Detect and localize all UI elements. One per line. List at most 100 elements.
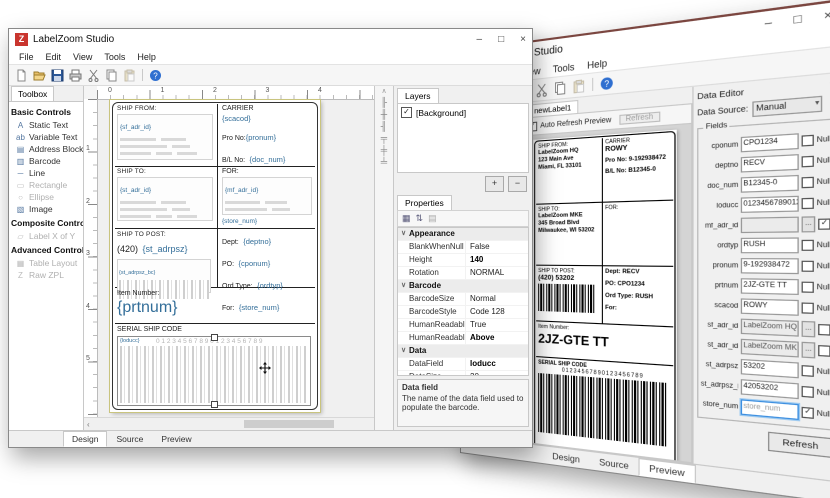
property-row-barcodestyle[interactable]: BarcodeStyle Code 128 [398,306,528,319]
tab-source[interactable]: Source [589,452,639,476]
tab-design[interactable]: Design [543,446,589,469]
paste-icon[interactable] [122,68,137,83]
menu-item-help[interactable]: Help [581,55,614,72]
field-input-store-num[interactable]: store_num [740,399,799,421]
null-checkbox[interactable] [801,239,814,251]
null-checkbox[interactable] [801,365,814,377]
null-checkbox[interactable] [818,323,830,336]
new-icon[interactable] [14,68,29,83]
toolbox-item-variable-text[interactable]: ab Variable Text [10,131,82,143]
tab-design[interactable]: Design [63,431,108,447]
toolbox-tab[interactable]: Toolbox [11,86,55,101]
property-pages-icon[interactable]: ▤ [428,213,437,224]
null-checkbox[interactable] [801,197,814,210]
null-checkbox[interactable] [801,176,814,189]
st-address-block[interactable]: {st_adr_id} [117,177,213,221]
cut-icon[interactable] [534,81,549,98]
scacod-field[interactable]: {scacod} [222,114,314,123]
copy-icon[interactable] [104,68,119,83]
align-top-icon[interactable]: ╤ [381,133,387,143]
null-checkbox[interactable] [801,385,814,398]
field-input-st-adr-id[interactable]: LabelZoom MKE [740,338,799,358]
close-button[interactable]: × [824,8,830,23]
post-field[interactable]: {st_adrpsz} [142,244,187,254]
selection-handle[interactable] [211,334,218,341]
dept-field[interactable]: {deptno} [243,237,271,246]
align-left-icon[interactable]: ╟ [381,97,387,107]
remove-layer-button[interactable]: − [508,176,527,192]
field-input-mf-adr-id[interactable] [740,216,799,234]
menu-item-edit[interactable]: Edit [40,51,68,63]
cut-icon[interactable] [86,68,101,83]
mf-address-block[interactable]: {mf_adr_id} [222,177,312,215]
tab-source[interactable]: Source [107,431,152,447]
null-checkbox[interactable] [801,260,814,272]
toolbox-item-image[interactable]: ▧ Image [10,203,82,215]
minimize-button[interactable]: – [477,34,483,45]
field-input-st-adrpsz[interactable]: 53202 [740,358,799,379]
help-icon[interactable]: ? [599,74,615,92]
null-checkbox[interactable] [801,155,814,168]
field-input-pronum[interactable]: 9-192938472 [740,258,799,275]
menu-item-tools[interactable]: Tools [98,51,131,63]
minimize-button[interactable]: – [765,16,772,30]
property-row-blankwhennull[interactable]: BlankWhenNull False [398,241,528,254]
field-input-deptno[interactable]: RECV [740,154,799,173]
property-row-barcodesize[interactable]: BarcodeSize Normal [398,293,528,306]
properties-tab[interactable]: Properties [397,195,452,210]
alphabetical-icon[interactable]: ⇅ [416,213,424,224]
align-bottom-icon[interactable]: ╧ [381,157,387,167]
menu-item-help[interactable]: Help [131,51,162,63]
field-input-ordtyp[interactable]: RUSH [740,237,799,254]
refresh-button[interactable]: Refresh [768,431,830,459]
align-right-icon[interactable]: ╢ [381,121,387,131]
label-design-page[interactable]: SHIP FROM: {sf_adr_id} CARRIER {scacod} … [109,99,321,413]
save-icon[interactable] [50,68,65,83]
null-checkbox[interactable] [818,345,830,357]
bl-no-field[interactable]: {doc_num} [250,155,286,164]
copy-icon[interactable] [552,79,567,97]
help-icon[interactable]: ? [148,68,163,83]
tab-preview[interactable]: Preview [638,457,696,484]
selection-handle[interactable] [211,401,218,408]
toolbox-item-barcode[interactable]: ▥ Barcode [10,155,82,167]
property-category[interactable]: ∨ Appearance [398,228,528,241]
layer-row[interactable]: ✓ [Background] [401,107,525,118]
browse-button[interactable]: … [801,216,816,233]
browse-button[interactable]: … [801,341,816,359]
menu-item-file[interactable]: File [13,51,40,63]
maximize-button[interactable]: □ [498,34,504,45]
null-checkbox[interactable]: ✓ [801,406,814,419]
field-input-prtnum[interactable]: 2JZ-GTE TT [740,278,799,296]
toolbox-item-line[interactable]: ─ Line [10,167,82,179]
field-input-st-adrpsz-bc[interactable]: 42053202 [740,379,799,400]
scroll-left-arrow[interactable]: ‹ [84,420,90,429]
pro-no-field[interactable]: {pronum} [246,133,276,142]
field-input-doc-num[interactable]: B12345-0 [740,174,799,193]
property-row-datasize[interactable]: DataSize20 [398,371,528,375]
null-checkbox[interactable] [801,281,814,293]
maximize-button[interactable]: □ [794,12,802,27]
layers-tab[interactable]: Layers [397,88,439,103]
menu-item-view[interactable]: View [67,51,98,63]
open-icon[interactable] [32,68,47,83]
store-num-field[interactable]: {store_num} [222,218,314,225]
paste-icon[interactable] [571,77,587,95]
menu-item-tools[interactable]: Tools [547,59,581,76]
property-row-rotation[interactable]: Rotation NORMAL [398,267,528,280]
property-category[interactable]: ∨ Barcode [398,280,528,293]
property-row-humanreadablepo[interactable]: HumanReadablePo Above [398,332,528,345]
sf-address-block[interactable]: {sf_adr_id} [117,114,213,160]
property-category[interactable]: ∨ Data [398,345,528,358]
tab-preview[interactable]: Preview [152,431,200,447]
property-row-humanreadableen[interactable]: HumanReadableEn True [398,319,528,332]
print-icon[interactable] [68,68,83,83]
field-input-cponum[interactable]: CPO1234 [740,133,799,153]
null-checkbox[interactable]: ✓ [818,218,830,230]
scrollbar-thumb[interactable] [243,420,334,428]
toolbox-item-address-block[interactable]: ▤ Address Block [10,143,83,155]
po-field[interactable]: {cponum} [239,259,271,268]
property-row-height[interactable]: Height 140 [398,254,528,267]
categorized-icon[interactable]: ▦ [402,213,411,224]
field-input-sf-adr-id[interactable]: LabelZoom HQ [740,318,799,337]
